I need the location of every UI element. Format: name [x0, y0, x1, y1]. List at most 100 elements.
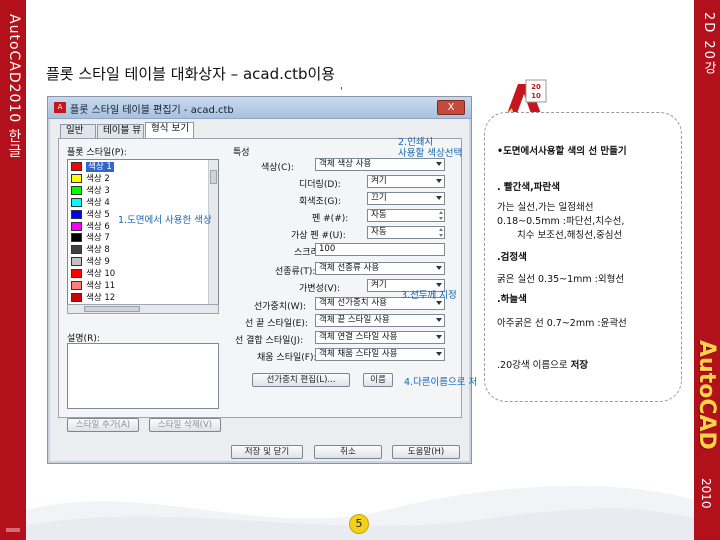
list-horizontal-scrollbar[interactable]: [67, 304, 219, 314]
plot-style-item[interactable]: 색상 2: [71, 173, 110, 185]
delete-style-button[interactable]: 스타일 삭제(V): [149, 418, 221, 432]
join-style-select[interactable]: 객체 연결 스타일 사용: [315, 331, 445, 344]
info-red-blue-line1: 가는 실선,가는 일점쇄선: [497, 202, 594, 213]
info-red-blue-line2: 0.18~0.5mm :파단선,치수선,: [497, 216, 625, 227]
plot-style-item[interactable]: 색상 5: [71, 209, 110, 221]
chevron-down-icon: [436, 162, 442, 166]
plot-style-item[interactable]: 색상 8: [71, 244, 110, 256]
fill-style-select[interactable]: 객체 채움 스타일 사용: [315, 348, 445, 361]
linetype-label: 선종류(T):: [275, 267, 316, 277]
plot-style-label: 색상 6: [86, 221, 110, 232]
hscroll-thumb[interactable]: [84, 306, 140, 312]
slide-title: 플롯 스타일 테이블 대화상자 – acad.ctb이용: [46, 65, 336, 83]
tab-general[interactable]: 일반: [60, 124, 96, 138]
color-swatch: [71, 162, 82, 171]
adaptive-value: 켜기: [371, 280, 387, 290]
spin-up-icon[interactable]: [439, 211, 443, 214]
dither-value: 켜기: [371, 176, 387, 186]
logo-year-bottom: 10: [531, 92, 541, 100]
plot-style-item[interactable]: 색상 7: [71, 232, 110, 244]
cancel-button[interactable]: 취소: [314, 445, 382, 459]
plot-style-label: 색상 8: [86, 245, 110, 256]
plot-style-item[interactable]: 색상 11: [71, 280, 115, 292]
plot-style-item[interactable]: 색상 1: [71, 161, 114, 173]
plot-styles-label: 플롯 스타일(P):: [67, 148, 127, 158]
chevron-down-icon: [436, 179, 442, 183]
description-field[interactable]: [67, 343, 219, 409]
left-bar-text: AutoCAD2010 한글: [6, 14, 22, 159]
pen-number-spinner[interactable]: 자동: [367, 209, 445, 222]
color-swatch: [71, 245, 82, 255]
linetype-value: 객체 선종류 사용: [319, 263, 380, 273]
plot-style-label: 색상 12: [86, 292, 116, 303]
form-view-panel: 플롯 스타일(P): 색상 1 색상 2 색상 3 색상 4 색상 5 색상 6 색상 7색…: [58, 138, 462, 432]
color-swatch: [71, 233, 82, 243]
plot-style-label: 색상 1: [86, 162, 114, 172]
right-side-bar: 2D 20강 AutoCAD 2010: [694, 0, 720, 540]
info-heading: •도면에서사용할 색의 선 만들기: [497, 146, 627, 157]
plot-style-item[interactable]: 색상 4: [71, 197, 110, 209]
save-as-button[interactable]: 이름: [363, 373, 393, 387]
save-and-close-button[interactable]: 저장 및 닫기: [231, 445, 303, 459]
info-red-blue-title: . 빨간색,파란색: [497, 182, 560, 193]
adaptive-label: 가변성(V):: [299, 284, 341, 294]
info-save-bold: 저장: [570, 360, 589, 371]
logo-year-top: 20: [531, 83, 541, 91]
left-side-bar: AutoCAD2010 한글: [0, 0, 26, 540]
callout-save-as: 4.다른이름으로 저: [404, 377, 478, 388]
info-box: •도면에서사용할 색의 선 만들기 . 빨간색,파란색 가는 실선,가는 일점쇄…: [484, 112, 682, 402]
chevron-down-icon: [436, 301, 442, 305]
dither-select[interactable]: 켜기: [367, 175, 445, 188]
info-sky-title: .하늘색: [497, 294, 527, 305]
plot-style-item[interactable]: 색상 3: [71, 185, 110, 197]
plot-style-label: 색상 5: [86, 209, 110, 220]
plot-style-item[interactable]: 색상 12: [71, 292, 115, 304]
pen-number-label: 펜 #(#):: [312, 214, 349, 224]
tab-table-view[interactable]: 테이블 뷰: [97, 124, 144, 138]
fill-style-value: 객체 채움 스타일 사용: [319, 349, 398, 359]
info-black-title: .검정색: [497, 252, 527, 263]
tab-form-view[interactable]: 형식 보기: [145, 122, 194, 139]
color-label: 색상(C):: [261, 163, 294, 173]
plot-style-item[interactable]: 색상 6: [71, 221, 110, 233]
callout-print-color-line1: 2.인쇄시: [398, 137, 434, 148]
scroll-thumb[interactable]: [210, 170, 217, 184]
color-swatch: [71, 209, 82, 219]
chevron-down-icon: [436, 266, 442, 270]
chevron-down-icon: [436, 196, 442, 200]
chevron-down-icon: [436, 283, 442, 287]
edit-lineweights-button[interactable]: 선가중치 편집(L)...: [252, 373, 350, 387]
plot-style-item[interactable]: 색상 9: [71, 256, 110, 268]
grayscale-select[interactable]: 끄기: [367, 192, 445, 205]
callout-used-colors: 1.도면에서 사용한 색상: [118, 215, 212, 226]
help-button[interactable]: 도움말(H): [392, 445, 460, 459]
color-select[interactable]: 객체 색상 사용: [315, 158, 445, 171]
grayscale-value: 끄기: [371, 193, 387, 203]
grayscale-label: 회색조(G):: [299, 197, 341, 207]
close-button[interactable]: X: [437, 100, 465, 115]
plot-styles-list[interactable]: 색상 1 색상 2 색상 3 색상 4 색상 5 색상 6 색상 7 색상 8 색상 9 색상 1…: [67, 159, 219, 315]
virtual-pen-value: 자동: [371, 227, 387, 237]
lineweight-label: 선가중치(W):: [254, 302, 307, 312]
virtual-pen-spinner[interactable]: 자동: [367, 226, 445, 239]
list-vertical-scrollbar[interactable]: [208, 160, 218, 308]
plot-style-label: 색상 2: [86, 173, 110, 184]
screening-field[interactable]: 100: [315, 243, 445, 256]
add-style-button[interactable]: 스타일 추가(A): [67, 418, 139, 432]
color-value: 객체 색상 사용: [319, 159, 372, 169]
info-save-line: .20강색 이름으로 저장: [497, 357, 588, 371]
color-swatch: [71, 292, 82, 302]
spin-down-icon[interactable]: [439, 234, 443, 237]
dialog-titlebar[interactable]: A 플롯 스타일 테이블 편집기 - acad.ctb X: [48, 97, 471, 119]
brand-year: 2010: [699, 478, 713, 509]
end-style-select[interactable]: 객체 끝 스타일 사용: [315, 314, 445, 327]
fill-style-label: 채움 스타일(F):: [257, 353, 317, 363]
plot-style-item[interactable]: 색상 10: [71, 268, 115, 280]
plot-style-label: 색상 4: [86, 197, 110, 208]
spin-up-icon[interactable]: [439, 228, 443, 231]
callout-print-color-line2: 사용할 색상선택: [398, 148, 463, 159]
linetype-select[interactable]: 객체 선종류 사용: [315, 262, 445, 275]
lineweight-value: 객체 선가중치 사용: [319, 298, 387, 308]
spin-down-icon[interactable]: [439, 217, 443, 220]
dither-label: 디더링(D):: [299, 180, 341, 190]
